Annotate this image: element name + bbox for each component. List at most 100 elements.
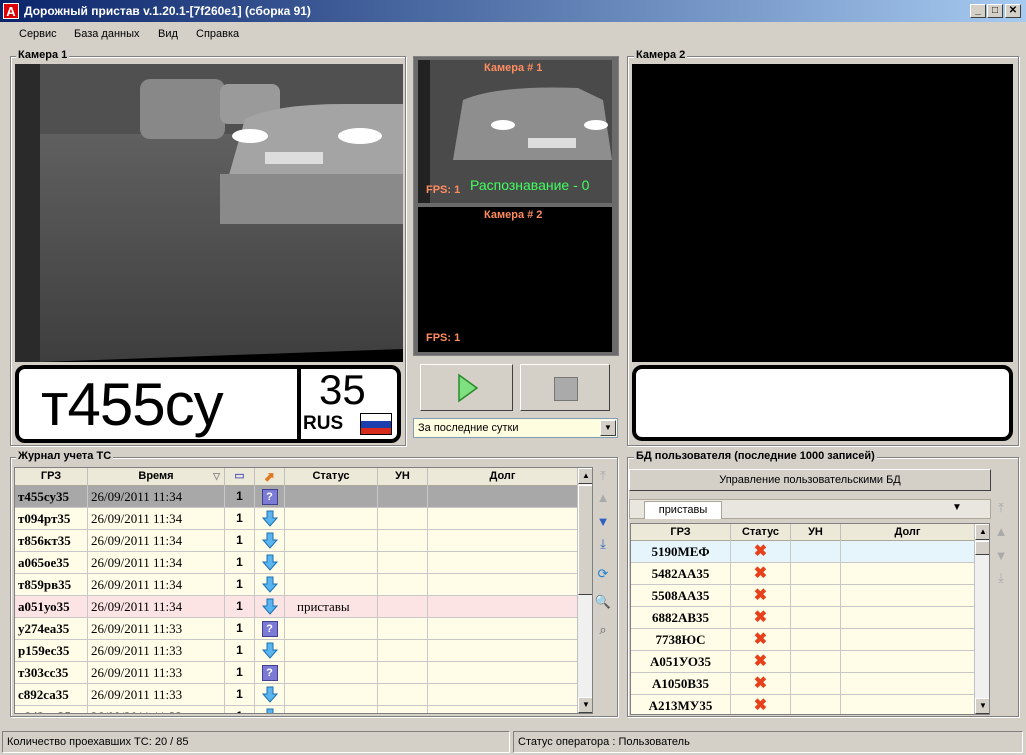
journal-cell-count: 1 (225, 618, 255, 640)
journal-col-status[interactable]: Статус (285, 468, 378, 486)
menu-help[interactable]: Справка (196, 28, 239, 40)
journal-cell-plate: с892са35 (15, 684, 88, 706)
wanted-x-icon: ✖ (753, 697, 768, 714)
userdb-col-status[interactable]: Статус (731, 524, 791, 541)
userdb-cell-plate: 5508АА35 (631, 585, 731, 607)
wanted-x-icon: ✖ (753, 609, 768, 626)
manage-db-button[interactable]: Управление пользовательскими БД (629, 469, 991, 491)
menu-service[interactable]: Сервис (19, 28, 57, 40)
journal-row[interactable]: с892са35 26/09/2011 11:33 1 (15, 684, 578, 706)
journal-row[interactable]: р159ес35 26/09/2011 11:33 1 (15, 640, 578, 662)
period-select[interactable]: За последние сутки ▼ (413, 418, 618, 438)
userdb-row[interactable]: А213МУ35 ✖ (631, 695, 975, 714)
journal-col-un[interactable]: УН (378, 468, 428, 486)
userdb-cell-debt (841, 695, 975, 714)
journal-row[interactable]: а065ое35 26/09/2011 11:34 1 (15, 552, 578, 574)
userdb-cell-debt (841, 563, 975, 585)
refresh-icon[interactable]: ⟳ (594, 565, 612, 583)
camera2-plate (632, 365, 1013, 441)
menu-view[interactable]: Вид (158, 28, 178, 40)
journal-row[interactable]: у274еа35 26/09/2011 11:33 1? (15, 618, 578, 640)
period-select-value: За последние сутки (418, 422, 519, 434)
journal-cell-debt (428, 486, 578, 508)
userdb-prev-icon[interactable]: ▲ (992, 523, 1010, 541)
userdb-cell-debt (841, 607, 975, 629)
userdb-row[interactable]: 5190МЕФ ✖ (631, 541, 975, 563)
window-title: Дорожный пристав v.1.20.1-[7f260e1] (сбо… (24, 4, 311, 18)
next-record-icon[interactable]: ▼ (594, 513, 612, 531)
journal-cell-un (378, 574, 428, 596)
journal-cell-debt (428, 530, 578, 552)
wanted-x-icon: ✖ (753, 565, 768, 582)
arrow-down-icon (261, 686, 278, 703)
journal-col-direction[interactable]: ⬈ (255, 468, 285, 486)
userdb-row[interactable]: 6882АВ35 ✖ (631, 607, 975, 629)
journal-scrollbar[interactable]: ▲ ▼ (577, 468, 592, 713)
userdb-row[interactable]: А051УО35 ✖ (631, 651, 975, 673)
journal-row[interactable]: о842ок3526/09/2011 11:331 (15, 706, 578, 713)
journal-cell-direction: ? (255, 662, 285, 684)
userdb-cell-plate: 5482АА35 (631, 563, 731, 585)
journal-row[interactable]: т303сс35 26/09/2011 11:33 1? (15, 662, 578, 684)
userdb-cell-un (791, 585, 841, 607)
journal-cell-un (378, 530, 428, 552)
wanted-x-icon: ✖ (753, 631, 768, 648)
preview-cam1[interactable]: Камера # 1 FPS: 1 Распознавание - 0 (418, 60, 612, 203)
chevron-down-icon[interactable]: ▼ (600, 420, 616, 436)
arrow-down-icon (261, 510, 278, 527)
userdb-scroll-down-icon[interactable]: ▼ (975, 698, 989, 714)
camera1-video[interactable] (15, 64, 403, 362)
find-next-icon[interactable]: ⌕ (594, 621, 612, 639)
userdb-col-un[interactable]: УН (791, 524, 841, 541)
userdb-row[interactable]: 5508АА35 ✖ (631, 585, 975, 607)
maximize-button[interactable]: □ (987, 4, 1003, 18)
search-icon[interactable]: 🔍 (594, 593, 612, 611)
journal-col-plate[interactable]: ГРЗ (15, 468, 88, 486)
userdb-cell-un (791, 629, 841, 651)
tab-menu-icon[interactable]: ▼ (952, 502, 962, 513)
userdb-cell-plate: А1050В35 (631, 673, 731, 695)
stop-button[interactable] (520, 364, 610, 411)
plate-region: 35 (319, 366, 366, 413)
userdb-col-plate[interactable]: ГРЗ (631, 524, 731, 541)
userdb-toolbar: ⤒ ▲ ▼ ⤓ (992, 499, 1010, 589)
userdb-scroll-thumb[interactable] (975, 541, 989, 555)
userdb-first-icon[interactable]: ⤒ (992, 499, 1010, 517)
userdb-row[interactable]: 5482АА35 ✖ (631, 563, 975, 585)
journal-row[interactable]: т859рв35 26/09/2011 11:34 1 (15, 574, 578, 596)
play-button[interactable] (420, 364, 513, 411)
userdb-scroll-up-icon[interactable]: ▲ (975, 524, 989, 540)
journal-row[interactable]: а051уо35 26/09/2011 11:34 1 приставы (15, 596, 578, 618)
tab-pristavy[interactable]: приставы (644, 501, 722, 519)
scroll-down-icon[interactable]: ▼ (578, 697, 592, 713)
prev-record-icon[interactable]: ▲ (594, 489, 612, 507)
userdb-next-icon[interactable]: ▼ (992, 547, 1010, 565)
close-button[interactable]: ✕ (1005, 4, 1021, 18)
journal-row[interactable]: т856кт35 26/09/2011 11:34 1 (15, 530, 578, 552)
journal-row[interactable]: т094рт35 26/09/2011 11:34 1 (15, 508, 578, 530)
journal-cell-plate: о842ок35 (15, 706, 88, 713)
journal-header: ГРЗ Время ▽ ▭ ⬈ Статус УН Долг (15, 468, 578, 486)
userdb-row[interactable]: 7738ЮС ✖ (631, 629, 975, 651)
userdb-col-debt[interactable]: Долг (841, 524, 975, 541)
last-record-icon[interactable]: ⤓ (594, 535, 612, 553)
journal-col-count[interactable]: ▭ (225, 468, 255, 486)
userdb-last-icon[interactable]: ⤓ (992, 569, 1010, 587)
journal-col-debt[interactable]: Долг (428, 468, 578, 486)
userdb-row[interactable]: А1050В35 ✖ (631, 673, 975, 695)
minimize-button[interactable]: _ (970, 4, 986, 18)
userdb-scrollbar[interactable]: ▲ ▼ (974, 524, 989, 714)
scroll-thumb[interactable] (578, 485, 592, 595)
journal-label: Журнал учета ТС (16, 450, 114, 462)
journal-row[interactable]: т455су35 26/09/2011 11:34 1? (15, 486, 578, 508)
menu-database[interactable]: База данных (74, 28, 140, 40)
journal-cell-status (285, 508, 378, 530)
journal-col-time[interactable]: Время ▽ (88, 468, 225, 486)
camera2-video[interactable] (632, 64, 1013, 362)
scroll-up-icon[interactable]: ▲ (578, 468, 592, 484)
journal-cell-status (285, 486, 378, 508)
first-record-icon[interactable]: ⤒ (594, 467, 612, 485)
preview-cam2[interactable]: Камера # 2 FPS: 1 (418, 207, 612, 352)
journal-cell-un (378, 596, 428, 618)
sort-desc-icon: ▽ (213, 471, 220, 481)
